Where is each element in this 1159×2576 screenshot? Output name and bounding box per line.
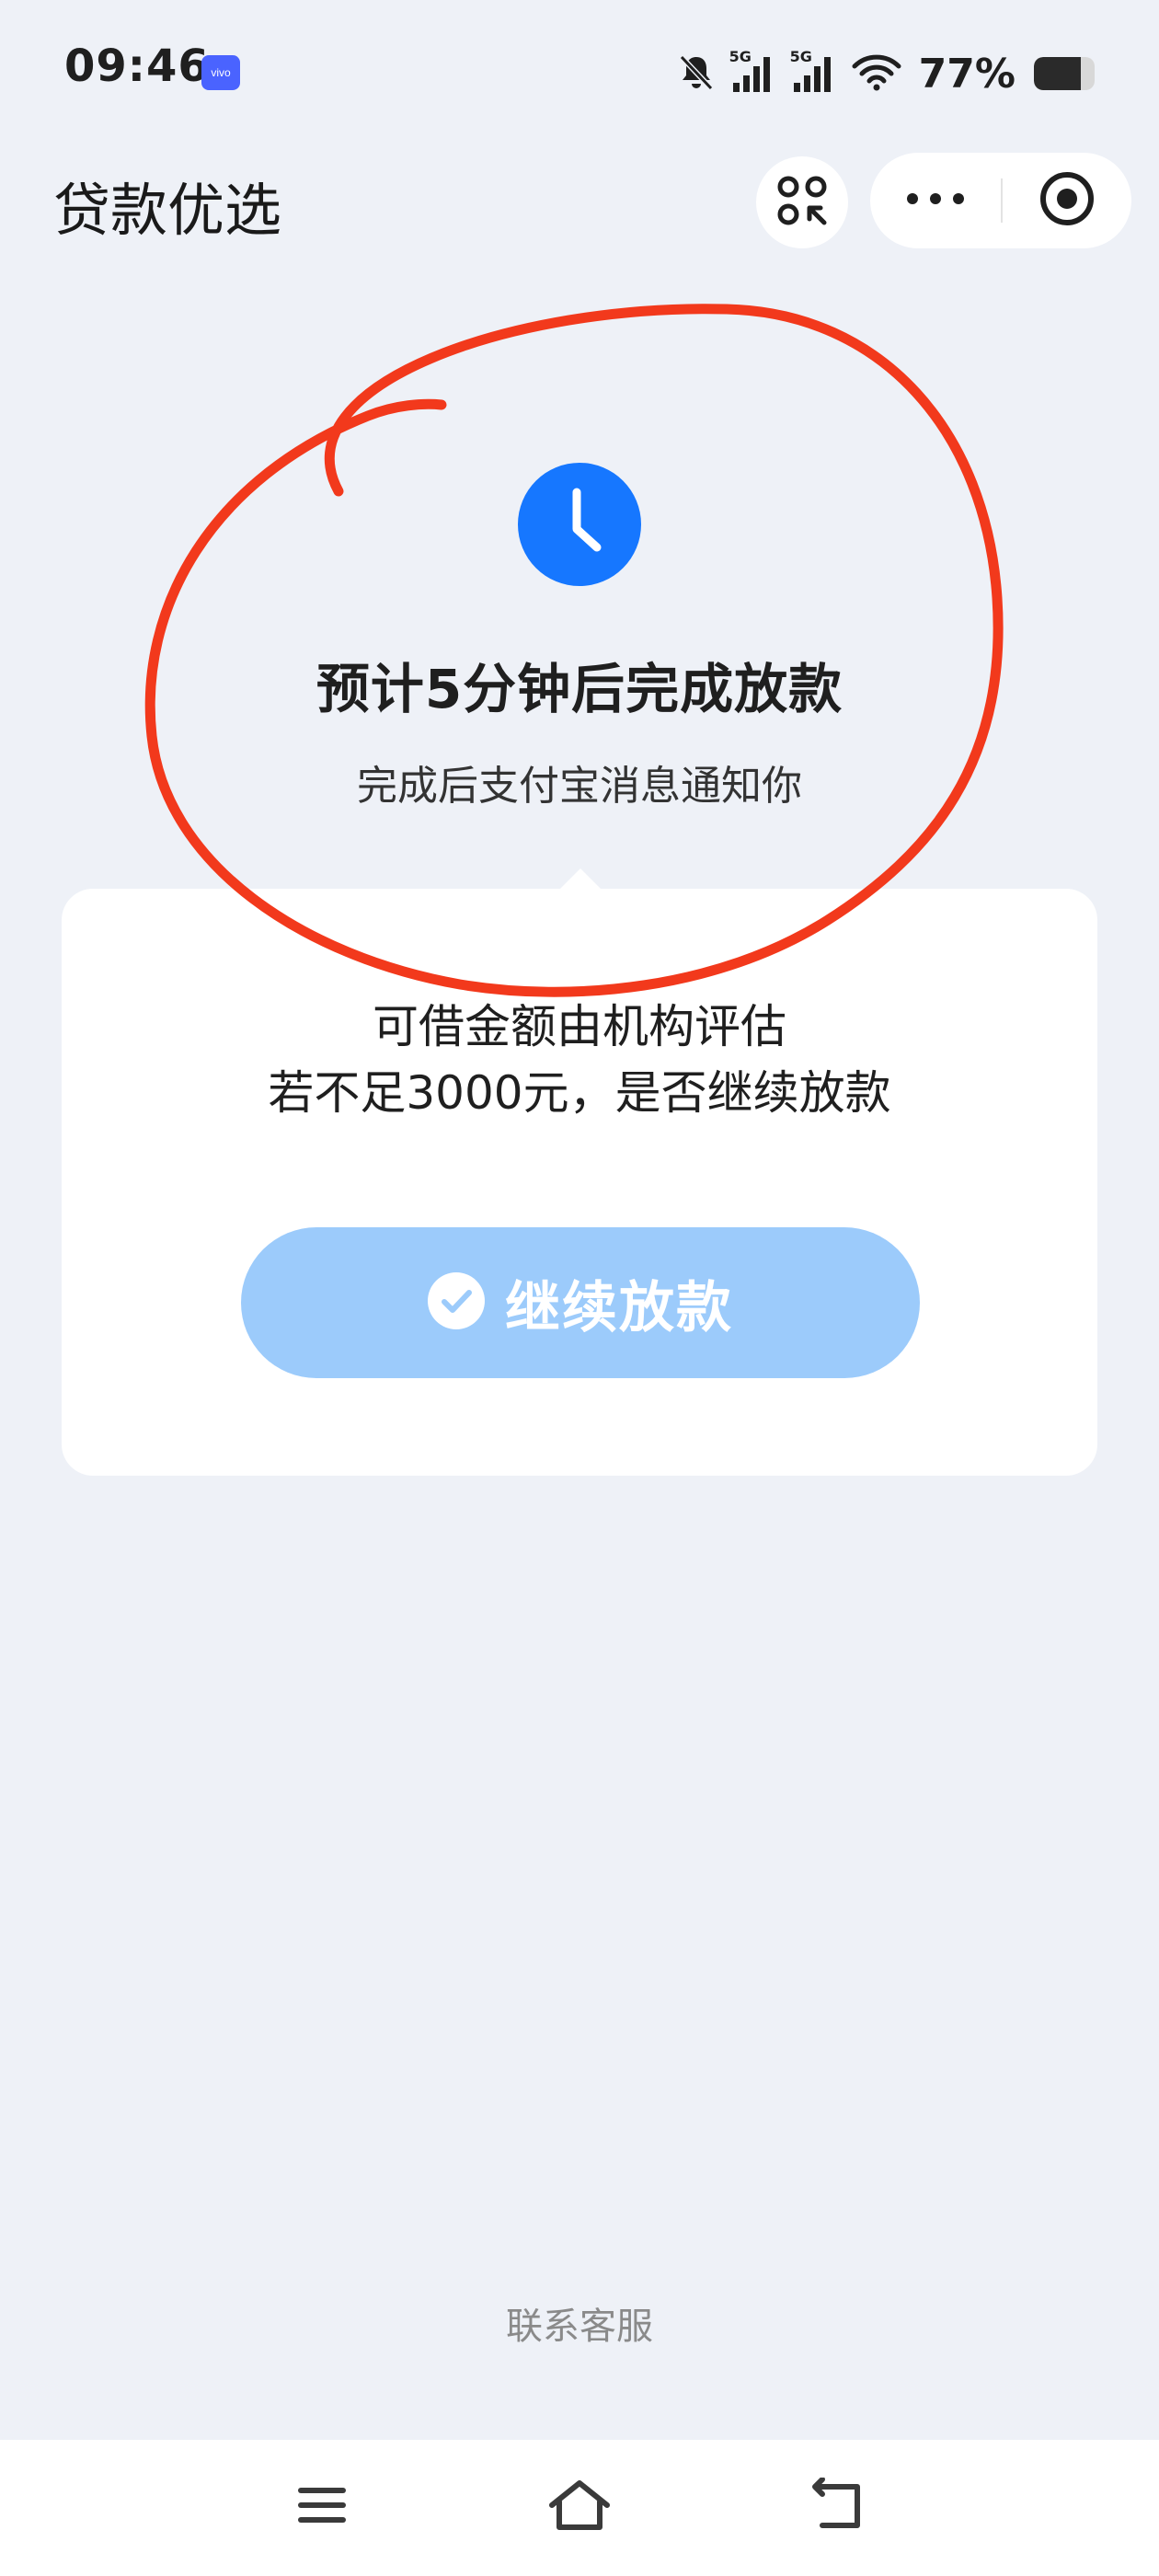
battery-percent: 77% [918,50,1016,98]
close-mini-app-button[interactable] [1003,153,1131,248]
more-button[interactable] [870,153,1001,248]
contact-service-link[interactable]: 联系客服 [0,2296,1159,2350]
loan-eta-title: 预计5分钟后完成放款 [316,658,843,720]
home-button[interactable] [534,2466,625,2548]
network-type-label: 5G [729,48,752,65]
continue-loan-button[interactable]: 继续放款 [241,1227,920,1378]
signal-icon: 5G [729,48,777,94]
status-indicators: 5G 5G 77% [676,46,1095,101]
vivo-notification-icon: vivo [201,55,240,90]
back-button[interactable] [791,2466,883,2548]
network-type-label-2: 5G [789,48,812,65]
card-pointer [558,868,602,891]
status-time: 09:46 [64,40,210,92]
amount-question-text: 若不足3000元，是否继续放款 [268,1066,891,1120]
check-circle-icon [428,1272,485,1333]
miniapp-close-icon [1038,169,1096,232]
more-icon [903,190,968,212]
page-title: 贷款优选 [53,177,282,244]
battery-icon [1034,57,1095,90]
mini-app-header: 贷款优选 [0,138,1159,267]
clock-icon [518,463,641,586]
mute-bell-icon [676,52,717,96]
menu-button[interactable] [276,2466,368,2548]
confirm-card: 可借金额由机构评估 若不足3000元，是否继续放款 继续放款 [62,868,1097,1476]
amount-info-text: 可借金额由机构评估 [373,1000,786,1053]
wifi-icon [851,52,902,96]
system-nav-bar [0,2440,1159,2576]
scan-button[interactable] [756,156,848,248]
notification-subtitle: 完成后支付宝消息通知你 [357,763,802,810]
home-icon [546,2478,613,2536]
battery-fill [1034,57,1081,90]
continue-loan-label: 继续放款 [505,1275,733,1340]
mini-app-capsule [870,153,1131,248]
scan-icon [775,173,830,232]
menu-icon [294,2482,350,2532]
status-bar: 09:46 vivo 5G 5G 77% [0,0,1159,138]
signal-icon-2: 5G [790,48,838,94]
back-icon [808,2477,866,2536]
